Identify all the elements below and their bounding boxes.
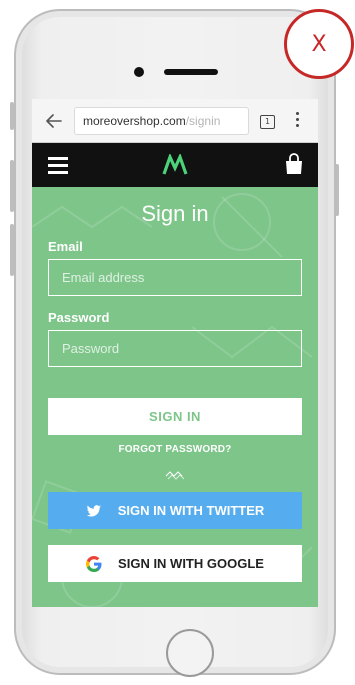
- url-host: moreovershop.com: [83, 114, 186, 128]
- url-path: /signin: [185, 114, 221, 128]
- shopping-bag-icon[interactable]: [284, 153, 304, 175]
- password-label: Password: [48, 310, 110, 325]
- email-field[interactable]: [48, 259, 302, 296]
- tabs-icon[interactable]: 1: [260, 115, 275, 129]
- google-button-label: SIGN IN WITH GOOGLE: [118, 556, 264, 571]
- forgot-password-link[interactable]: FORGOT PASSWORD?: [32, 444, 318, 455]
- phone-screen: moreovershop.com/signin 1 Sign in Email …: [32, 99, 318, 607]
- volume-up-button: [10, 160, 14, 212]
- brand-logo-icon[interactable]: [162, 152, 188, 176]
- browser-toolbar: moreovershop.com/signin 1: [32, 99, 318, 143]
- password-field[interactable]: [48, 330, 302, 367]
- sign-in-button[interactable]: SIGN IN: [48, 398, 302, 435]
- more-vert-icon[interactable]: [294, 112, 300, 130]
- stage: X moreovershop.com/signin 1 Sign in Emai…: [0, 0, 355, 685]
- power-button: [335, 164, 339, 216]
- earpiece-speaker: [164, 69, 218, 75]
- wave-divider-icon: [165, 467, 185, 480]
- address-bar[interactable]: moreovershop.com/signin: [74, 107, 249, 135]
- close-label: X: [311, 31, 327, 57]
- sign-in-twitter-button[interactable]: SIGN IN WITH TWITTER: [48, 492, 302, 529]
- mute-switch: [10, 102, 14, 130]
- email-label: Email: [48, 239, 83, 254]
- sign-in-google-button[interactable]: SIGN IN WITH GOOGLE: [48, 545, 302, 582]
- tab-count: 1: [264, 117, 271, 126]
- google-icon: [86, 555, 102, 572]
- volume-down-button: [10, 224, 14, 276]
- hamburger-icon[interactable]: [48, 157, 68, 174]
- twitter-button-label: SIGN IN WITH TWITTER: [117, 503, 265, 518]
- front-camera: [134, 67, 144, 77]
- page-title: Sign in: [141, 201, 209, 226]
- close-button[interactable]: X: [284, 9, 354, 79]
- back-arrow-icon[interactable]: [42, 109, 66, 133]
- signin-panel: Sign in Email Password SIGN IN FORGOT PA…: [32, 187, 318, 607]
- twitter-icon: [86, 503, 102, 519]
- home-button[interactable]: [166, 629, 214, 677]
- app-header: [32, 143, 318, 187]
